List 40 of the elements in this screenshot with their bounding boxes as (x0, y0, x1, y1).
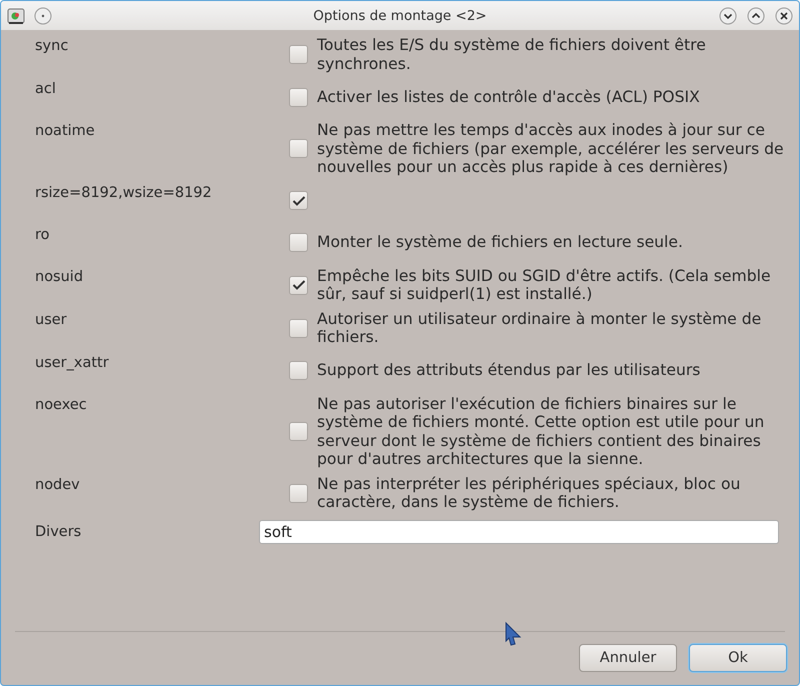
option-name: noatime (35, 122, 96, 141)
option-description: Ne pas mettre les temps d'accès aux inodes à jour sur ce système de fichiers (par exemple, accélérer les serveurs de nouvelles pour un accès plus rapide à ces dernières) (317, 121, 785, 176)
option-name: nodev (35, 476, 81, 494)
input-field[interactable]: soft (259, 520, 779, 544)
minimize-button[interactable] (719, 6, 737, 24)
field-label: Divers (35, 522, 82, 542)
close-button[interactable] (775, 6, 793, 24)
option-name: rsize=8192,wsize=8192 (35, 184, 213, 202)
option-name: user (35, 310, 68, 330)
checkbox[interactable] (289, 233, 308, 252)
app-icon[interactable] (7, 6, 25, 24)
checkbox[interactable] (289, 45, 308, 64)
option-name: acl (35, 80, 57, 99)
checkbox[interactable] (289, 191, 308, 210)
option-name: ro (35, 226, 51, 244)
dialog-button[interactable]: Ok (689, 644, 787, 672)
cursor-icon (504, 621, 522, 647)
checkbox[interactable] (289, 139, 308, 158)
checkbox[interactable] (289, 484, 308, 502)
checkbox[interactable] (289, 361, 308, 380)
option-name: user_xattr (35, 354, 110, 372)
dialog-button[interactable]: Annuler (579, 644, 677, 672)
option-description: Monter le système de fichiers en lecture seule. (317, 233, 684, 252)
option-description: Empêche les bits SUID ou SGID d'être actifs. (Cela semble sûr, sauf si suidperl(1) est installé.) (317, 266, 772, 304)
option-description: Toutes les E/S du système de fichiers doivent être synchrones. (317, 36, 707, 73)
checkbox[interactable] (289, 422, 308, 441)
checkbox[interactable] (289, 276, 308, 294)
option-name: sync (35, 37, 70, 56)
option-description: Support des attributs étendus par les utilisateurs (317, 361, 702, 380)
pin-button[interactable] (34, 6, 52, 24)
window-title: Options de montage <2> (313, 8, 487, 24)
option-name: noexec (35, 396, 88, 414)
maximize-button[interactable] (747, 6, 765, 24)
checkbox[interactable] (289, 318, 308, 338)
option-description: Ne pas interpréter les périphériques spéciaux, bloc ou caractère, dans le système de fichiers. (317, 474, 742, 512)
checkbox[interactable] (289, 88, 308, 106)
option-description: Ne pas autoriser l'exécution de fichiers binaires sur le système de fichiers monté. Cette option est utile pour un serveur dont le système de fichiers contient des binaires pour d'autres architectures que la sienne. (317, 394, 766, 468)
option-name: nosuid (35, 268, 84, 286)
option-description: Autoriser un utilisateur ordinaire à monter le système de fichiers. (317, 310, 762, 346)
option-description: Activer les listes de contrôle d'accès (ACL) POSIX (317, 88, 701, 106)
